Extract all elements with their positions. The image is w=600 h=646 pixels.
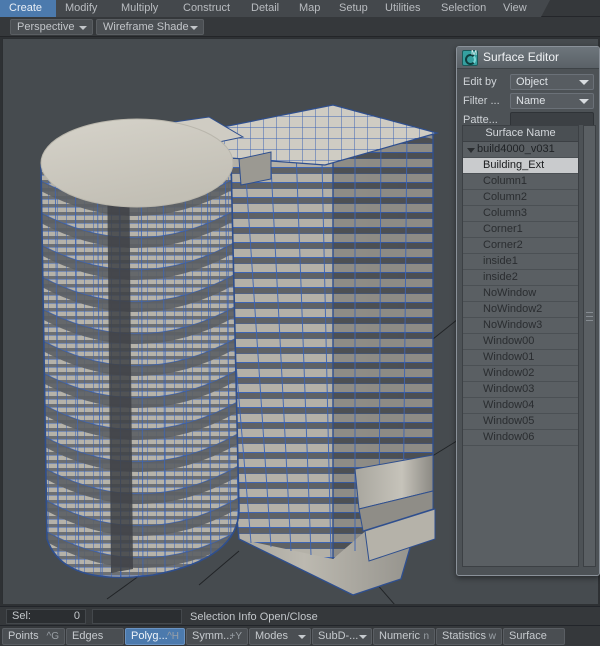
panel-titlebar[interactable]: M Surface Editor xyxy=(457,47,599,69)
shade-mode-dropdown[interactable]: Wireframe Shade xyxy=(96,19,204,35)
chevron-down-icon xyxy=(79,26,87,30)
selection-count-box: Sel: 0 xyxy=(6,609,86,624)
points-mode-button[interactable]: Points ^G xyxy=(2,628,65,645)
filter-dropdown[interactable]: Name xyxy=(510,93,594,109)
surface-list-item[interactable]: Column2 xyxy=(463,190,578,206)
tab-selection[interactable]: Selection xyxy=(432,0,504,17)
surface-list-item-label: Corner1 xyxy=(483,223,523,235)
surface-list-item[interactable]: Column3 xyxy=(463,206,578,222)
tab-construct[interactable]: Construct xyxy=(174,0,252,17)
surface-list-items: build4000_v031 Building_Ext Column1 Column2… xyxy=(463,142,578,446)
edit-by-dropdown[interactable]: Object xyxy=(510,74,594,90)
surface-list-item[interactable]: Column1 xyxy=(463,174,578,190)
edit-by-label: Edit by xyxy=(463,76,497,88)
cylinder-tower xyxy=(40,118,240,579)
tab-multiply[interactable]: Multiply xyxy=(112,0,184,17)
symmetry-button[interactable]: Symm... +Y xyxy=(186,628,248,645)
lightwave-modeler-window: Create Modify Multiply Construct Detail … xyxy=(0,0,600,646)
surface-list-item[interactable]: Window05 xyxy=(463,414,578,430)
edges-mode-button[interactable]: Edges xyxy=(66,628,124,645)
polygons-mode-button[interactable]: Polyg... ^H xyxy=(125,628,185,645)
filter-label: Filter ... xyxy=(463,95,500,107)
chevron-down-icon xyxy=(579,99,589,104)
surface-list-item[interactable]: Window06 xyxy=(463,430,578,446)
surface-list-item-label: Column1 xyxy=(483,175,528,187)
surface-list[interactable]: Surface Name build4000_v031 Building_Ext C… xyxy=(462,125,579,567)
chevron-down-icon xyxy=(579,80,589,85)
modes-dropdown[interactable]: Modes xyxy=(249,628,311,645)
filter-value: Name xyxy=(516,95,546,107)
surface-list-item-label: inside1 xyxy=(483,255,518,267)
surface-list-item-label: Column3 xyxy=(483,207,528,219)
view-mode-dropdown[interactable]: Perspective xyxy=(10,19,93,35)
surface-list-item[interactable]: Corner1 xyxy=(463,222,578,238)
panel-title-label: Surface Editor xyxy=(483,50,560,64)
surface-list-item-label: build4000_v031 xyxy=(477,143,555,155)
surface-list-item[interactable]: Corner2 xyxy=(463,238,578,254)
statistics-button[interactable]: Statistics w xyxy=(436,628,502,645)
surface-list-item-label: inside2 xyxy=(483,271,518,283)
surface-list-item[interactable]: Window01 xyxy=(463,350,578,366)
surface-list-item[interactable]: Window00 xyxy=(463,334,578,350)
surface-list-item[interactable]: NoWindow xyxy=(463,286,578,302)
surface-list-item[interactable]: Window04 xyxy=(463,398,578,414)
surface-list-item-label: Window04 xyxy=(483,399,535,411)
subd-dropdown[interactable]: SubD-... xyxy=(312,628,372,645)
view-mode-label: Perspective xyxy=(17,21,75,33)
surface-list-item-label: NoWindow xyxy=(483,287,537,299)
sel-value: 0 xyxy=(73,610,80,622)
status-field-empty xyxy=(92,609,182,624)
surface-list-item[interactable]: inside2 xyxy=(463,270,578,286)
surface-list-item[interactable]: Building_Ext xyxy=(463,158,578,174)
surface-list-item[interactable]: Window03 xyxy=(463,382,578,398)
viewport-control-bar: Perspective Wireframe Shade xyxy=(0,17,600,37)
chevron-down-icon xyxy=(190,26,198,30)
surface-list-item-label: NoWindow3 xyxy=(483,319,543,331)
numeric-button[interactable]: Numeric n xyxy=(373,628,435,645)
surface-list-item-label: Corner2 xyxy=(483,239,523,251)
disclosure-triangle-icon[interactable] xyxy=(467,148,475,153)
surface-list-item[interactable]: Window02 xyxy=(463,366,578,382)
surface-list-item[interactable]: NoWindow3 xyxy=(463,318,578,334)
edit-by-row: Edit by Object xyxy=(462,74,594,91)
tab-view[interactable]: View xyxy=(494,0,550,17)
surface-list-item-label: Building_Ext xyxy=(483,159,545,171)
surface-list-item[interactable]: inside1 xyxy=(463,254,578,270)
surface-list-item[interactable]: NoWindow2 xyxy=(463,302,578,318)
surface-list-item-label: NoWindow2 xyxy=(483,303,543,315)
chevron-down-icon xyxy=(359,635,367,639)
selection-info-text: Selection Info Open/Close xyxy=(190,611,318,623)
modeler-badge: M xyxy=(471,50,477,57)
surface-editor-panel[interactable]: M Surface Editor Edit by Object Filter .… xyxy=(456,46,600,576)
surface-list-item-label: Window06 xyxy=(483,431,535,443)
scrollbar-thumb[interactable] xyxy=(584,126,595,322)
surface-list-item-label: Window02 xyxy=(483,367,535,379)
surface-list-item-label: Column2 xyxy=(483,191,528,203)
surface-editor-icon: M xyxy=(462,50,478,66)
status-bar: Sel: 0 Selection Info Open/Close xyxy=(0,606,600,625)
panel-controls: Edit by Object Filter ... Name Patte... xyxy=(457,69,599,129)
surface-list-item-label: Window00 xyxy=(483,335,535,347)
surface-list-item-label: Window05 xyxy=(483,415,535,427)
surface-list-item[interactable]: build4000_v031 xyxy=(463,142,578,158)
edit-by-value: Object xyxy=(516,76,548,88)
shade-mode-label: Wireframe Shade xyxy=(103,21,189,33)
mode-toolbar: Points ^G Edges Polyg... ^H Symm... +Y M… xyxy=(0,625,600,646)
surface-list-scrollbar[interactable] xyxy=(583,125,596,567)
surface-button[interactable]: Surface xyxy=(503,628,565,645)
surface-list-header: Surface Name xyxy=(463,126,578,142)
filter-row: Filter ... Name xyxy=(462,93,594,110)
sel-label: Sel: xyxy=(12,610,31,622)
chevron-down-icon xyxy=(298,635,306,639)
surface-list-item-label: Window01 xyxy=(483,351,535,363)
surface-list-container: Surface Name build4000_v031 Building_Ext C… xyxy=(462,125,596,567)
surface-list-item-label: Window03 xyxy=(483,383,535,395)
main-menu-tabbar: Create Modify Multiply Construct Detail … xyxy=(0,0,600,17)
